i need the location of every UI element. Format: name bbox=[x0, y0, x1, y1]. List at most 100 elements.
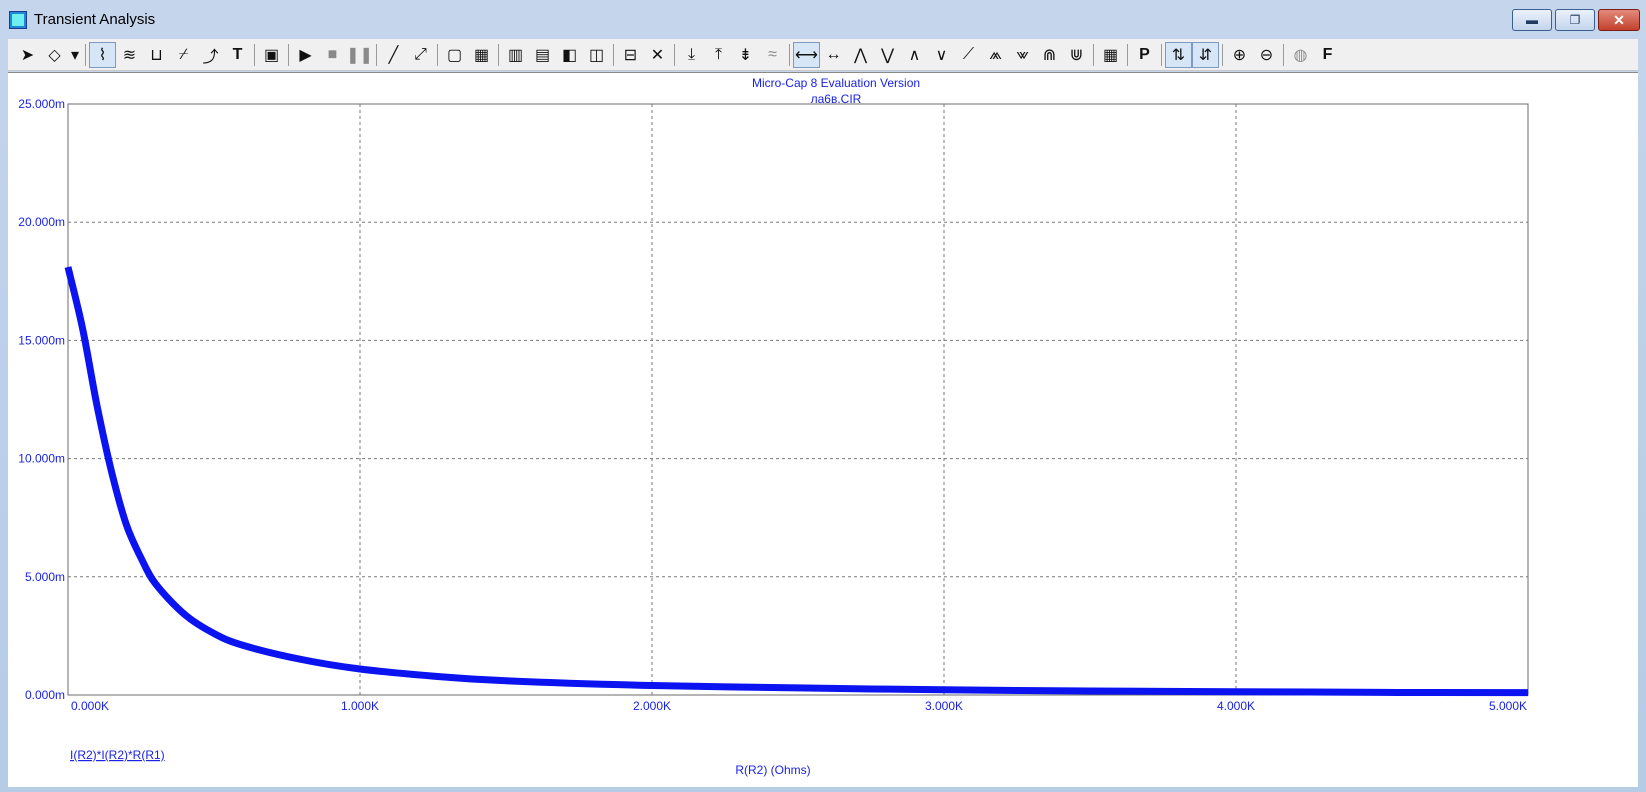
x-tick-label: 1.000K bbox=[341, 699, 379, 713]
horiz-icon[interactable]: ⊟ bbox=[617, 42, 644, 68]
peak-lr-icon[interactable]: ⟷ bbox=[793, 41, 820, 68]
top-icon[interactable]: ⋒ bbox=[1036, 42, 1063, 68]
leftgrid-icon[interactable]: ◧ bbox=[556, 42, 583, 68]
grid-lines bbox=[67, 103, 1529, 696]
y-tick-label: 10.000m bbox=[18, 452, 65, 466]
y-tick-label: 20.000m bbox=[18, 215, 65, 229]
global-low-icon[interactable]: ⩖ bbox=[1009, 42, 1036, 68]
data-point bbox=[242, 644, 244, 646]
toolbar-separator bbox=[498, 43, 499, 66]
splitgrid-icon[interactable]: ◫ bbox=[583, 42, 610, 68]
plot-frame bbox=[67, 103, 1529, 696]
data-point bbox=[651, 685, 653, 686]
toolbar-separator bbox=[1222, 43, 1223, 66]
grid-icon[interactable]: ▦ bbox=[468, 42, 495, 68]
select-arrow-icon[interactable]: ➤ bbox=[14, 42, 41, 68]
line-icon[interactable]: ╱ bbox=[380, 42, 407, 68]
data-point bbox=[1089, 690, 1091, 692]
zoom-in-icon[interactable]: ⊕ bbox=[1226, 42, 1253, 68]
data-point bbox=[140, 557, 142, 559]
data-point bbox=[797, 687, 799, 689]
inflect-icon[interactable]: ⟋ bbox=[955, 42, 982, 68]
toolbar-separator bbox=[85, 43, 86, 66]
close-icon: ✕ bbox=[1613, 12, 1625, 28]
toolbar-separator bbox=[789, 43, 790, 66]
close-button[interactable]: ✕ bbox=[1598, 9, 1640, 31]
vgrid-icon[interactable]: ▥ bbox=[502, 42, 529, 68]
wave-icon[interactable]: ≋ bbox=[116, 42, 143, 68]
y-tick-label: 0.000m bbox=[25, 688, 65, 702]
expression-label[interactable]: I(R2)*I(R2)*R(R1) bbox=[70, 748, 165, 762]
toolbar-separator bbox=[1161, 43, 1162, 66]
x-axis-label: R(R2) (Ohms) bbox=[735, 763, 810, 777]
node-icon[interactable]: ⤴ bbox=[197, 42, 224, 68]
x-scale-icon[interactable]: ⇅ bbox=[1165, 41, 1192, 68]
data-point bbox=[359, 668, 361, 670]
data-point bbox=[1527, 692, 1529, 694]
title-bar[interactable]: Transient Analysis ▬ ❐ ✕ bbox=[0, 0, 1646, 40]
cursor3-icon[interactable]: ⇟ bbox=[732, 42, 759, 68]
run-icon[interactable]: ▶ bbox=[292, 42, 319, 68]
properties-icon[interactable]: ▣ bbox=[258, 42, 285, 68]
y-tick-label: 5.000m bbox=[25, 570, 65, 584]
graph-icon[interactable]: ⌇ bbox=[89, 41, 116, 68]
toolbar-separator bbox=[437, 43, 438, 66]
bracket-icon[interactable]: ⊔ bbox=[143, 42, 170, 68]
toolbar-separator bbox=[288, 43, 289, 66]
toolbar-separator bbox=[1283, 43, 1284, 66]
app-icon[interactable] bbox=[9, 11, 27, 29]
maximize-button[interactable]: ❐ bbox=[1555, 9, 1595, 31]
table-icon[interactable]: ▦ bbox=[1097, 42, 1124, 68]
tick-labels: 0.000K 1.000K 2.000K 3.000K 4.000K 5.000K 0.00… bbox=[18, 97, 1527, 713]
cursor4-icon[interactable]: ≈ bbox=[759, 42, 786, 68]
x-tick-label: 0.000K bbox=[71, 699, 109, 713]
diagonal-icon[interactable]: ⤢ bbox=[407, 42, 434, 68]
data-point bbox=[184, 614, 186, 616]
data-point bbox=[155, 583, 157, 585]
toolbar-separator bbox=[674, 43, 675, 66]
minimize-button[interactable]: ▬ bbox=[1512, 9, 1552, 31]
hgrid-icon[interactable]: ▤ bbox=[529, 42, 556, 68]
plot-canvas[interactable]: Micro-Cap 8 Evaluation Version ла6в.CIR … bbox=[8, 73, 1638, 787]
toolbar-separator bbox=[1093, 43, 1094, 66]
bottom-icon[interactable]: ⋓ bbox=[1063, 42, 1090, 68]
text-T-icon[interactable]: T bbox=[224, 42, 251, 68]
zoom-out-icon[interactable]: ⊖ bbox=[1253, 42, 1280, 68]
pause-icon[interactable]: ❚❚ bbox=[346, 42, 373, 68]
data-point bbox=[432, 675, 434, 677]
frame-icon[interactable]: ▢ bbox=[441, 42, 468, 68]
global-high-icon[interactable]: ⩕ bbox=[982, 42, 1009, 68]
cross-icon[interactable]: ✕ bbox=[644, 42, 671, 68]
transient-analysis-window: Transient Analysis ▬ ❐ ✕ ➤ ◇ ▾ ⌇ ≋ ⊔ ⌿ ⤴ T ▣ ▶ ■ ❚❚ ╱… bbox=[0, 0, 1646, 792]
cursor1-icon[interactable]: ⤓ bbox=[678, 42, 705, 68]
data-point bbox=[111, 472, 113, 474]
cursor2-icon[interactable]: ⤒ bbox=[705, 42, 732, 68]
y-scale-icon[interactable]: ⇵ bbox=[1192, 41, 1219, 68]
valley-lr-icon[interactable]: ↔ bbox=[820, 42, 847, 68]
dropdown-arrow-icon[interactable]: ▾ bbox=[68, 42, 82, 68]
minimize-icon: ▬ bbox=[1526, 13, 1538, 27]
data-point bbox=[943, 689, 945, 691]
y-tick-label: 25.000m bbox=[18, 97, 65, 111]
high-icon[interactable]: ∧ bbox=[901, 42, 928, 68]
data-point bbox=[213, 633, 215, 634]
stop-icon[interactable]: ■ bbox=[319, 42, 346, 68]
font-F-icon[interactable]: F bbox=[1314, 42, 1341, 68]
y-tick-label: 15.000m bbox=[18, 333, 65, 347]
peak-icon[interactable]: ⋀ bbox=[847, 42, 874, 68]
window-title: Transient Analysis bbox=[34, 11, 156, 28]
data-point bbox=[82, 328, 84, 330]
plot-area[interactable]: Micro-Cap 8 Evaluation Version ла6в.CIR … bbox=[8, 72, 1638, 787]
series-layer bbox=[64, 266, 1529, 697]
x-tick-label: 5.000K bbox=[1489, 699, 1527, 713]
P-label-icon[interactable]: P bbox=[1131, 42, 1158, 68]
toolbar: ➤ ◇ ▾ ⌇ ≋ ⊔ ⌿ ⤴ T ▣ ▶ ■ ❚❚ ╱ ⤢ ▢ ▦ ▥ ▤ ◧ ◫ ⊟ ✕ ⤓ ⤒ ⇟ ≈ ⟷ ↔ ⋀ ⋁ ∧ ∨ ⟋ ⩕ ⩖ ⋒ ⋓ ▦… bbox=[8, 39, 1638, 71]
color-icon[interactable]: ◍ bbox=[1287, 42, 1314, 68]
data-point bbox=[1235, 691, 1237, 693]
valley-icon[interactable]: ⋁ bbox=[874, 42, 901, 68]
data-point bbox=[505, 680, 507, 682]
low-icon[interactable]: ∨ bbox=[928, 42, 955, 68]
component-icon[interactable]: ◇ bbox=[41, 42, 68, 68]
scale-icon[interactable]: ⌿ bbox=[170, 42, 197, 68]
data-point bbox=[67, 266, 69, 268]
